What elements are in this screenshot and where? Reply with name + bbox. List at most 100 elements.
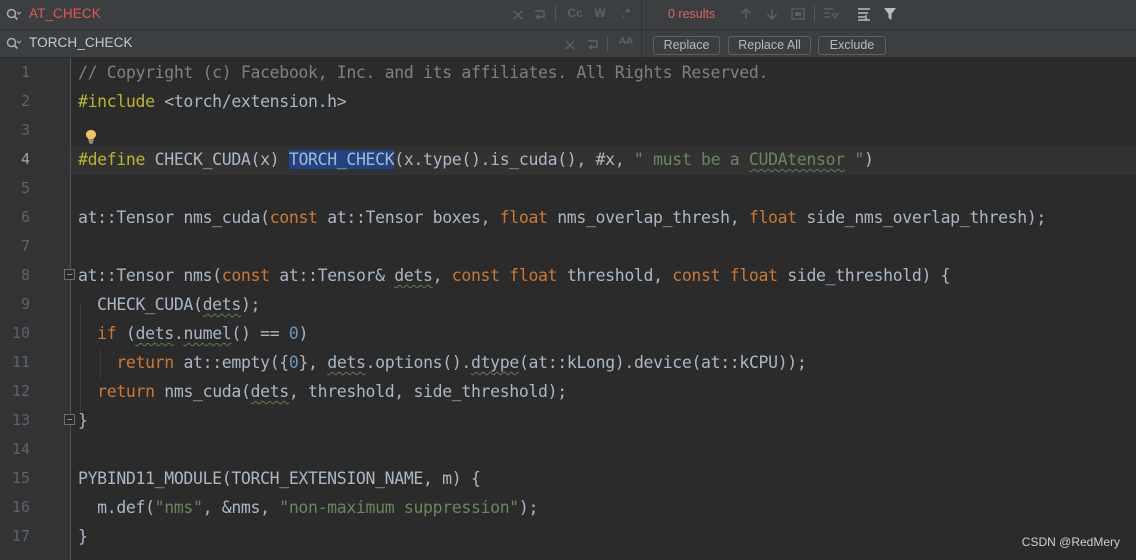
code-token: at::Tensor nms( xyxy=(78,266,222,285)
find-field-divider xyxy=(555,6,556,22)
code-line[interactable]: PYBIND11_MODULE(TORCH_EXTENSION_NAME, m)… xyxy=(78,469,481,488)
code-token: dets xyxy=(135,324,175,343)
code-token: <torch/extension.h> xyxy=(154,92,347,111)
code-token: .options(). xyxy=(365,353,472,372)
code-line[interactable]: at::Tensor nms_cuda(const at::Tensor box… xyxy=(78,208,1046,227)
code-line[interactable]: return at::empty({0}, dets.options().dty… xyxy=(78,353,806,372)
code-token: const float xyxy=(672,266,778,285)
line-number[interactable]: 14 xyxy=(0,440,30,458)
code-token: } xyxy=(78,411,88,430)
line-number[interactable]: 1 xyxy=(0,63,30,81)
replace-all-button[interactable]: Replace All xyxy=(728,36,811,55)
whole-words-toggle[interactable]: W xyxy=(592,6,608,22)
code-token: nms_cuda( xyxy=(154,382,251,401)
previous-occurrence-icon[interactable] xyxy=(738,6,754,22)
preserve-case-toggle[interactable]: A̶A xyxy=(617,36,635,52)
code-token: dtype xyxy=(471,353,519,372)
line-number[interactable]: 2 xyxy=(0,92,30,110)
code-token: (at::kLong).device(at::kCPU)); xyxy=(518,353,807,372)
find-row: AT_CHECK Cc W .* 0 results xyxy=(0,0,1136,29)
code-token: at::empty({ xyxy=(173,353,289,372)
code-line[interactable]: } xyxy=(78,411,88,430)
line-number[interactable]: 10 xyxy=(0,324,30,342)
code-line[interactable]: } xyxy=(78,527,88,546)
code-token: dets xyxy=(250,382,290,401)
code-token: }, xyxy=(298,353,328,372)
lightbulb-icon[interactable] xyxy=(85,129,97,145)
code-token: if xyxy=(97,324,117,343)
find-replace-panel: AT_CHECK Cc W .* 0 results TORCH_CHECK A… xyxy=(0,0,1136,58)
code-token: at::Tensor boxes, xyxy=(317,208,500,227)
code-token: // Copyright (c) Facebook, Inc. and its … xyxy=(78,63,769,82)
search-history-icon[interactable] xyxy=(6,8,22,22)
in-selection-icon[interactable] xyxy=(856,6,872,22)
line-number[interactable]: 6 xyxy=(0,208,30,226)
next-occurrence-icon[interactable] xyxy=(764,6,780,22)
code-token: threshold, xyxy=(557,266,673,285)
replace-history-icon[interactable] xyxy=(6,37,22,51)
line-number[interactable]: 7 xyxy=(0,237,30,255)
code-token: at::Tensor& xyxy=(269,266,395,285)
line-number[interactable]: 8 xyxy=(0,266,30,284)
code-line[interactable]: #include <torch/extension.h> xyxy=(78,92,347,111)
code-line[interactable]: at::Tensor nms(const at::Tensor& dets, c… xyxy=(78,266,951,285)
code-line[interactable]: return nms_cuda(dets, threshold, side_th… xyxy=(78,382,567,401)
code-token: " must be a xyxy=(633,150,749,169)
code-token: numel xyxy=(183,324,232,343)
replace-value-text[interactable]: TORCH_CHECK xyxy=(29,35,133,50)
code-token: ); xyxy=(240,295,261,314)
replace-field-divider xyxy=(607,36,608,52)
code-token: CUDAtensor xyxy=(748,150,845,169)
new-line-icon[interactable] xyxy=(533,6,547,22)
code-token: , xyxy=(432,266,452,285)
code-editor[interactable]: 1 2 3 4 5 6 7 8 9 10 11 12 13 14 15 16 17 // Copyright (… xyxy=(0,58,1136,560)
code-token: , threshold, side_threshold); xyxy=(288,382,567,401)
select-all-occurrences-icon[interactable] xyxy=(790,6,806,22)
code-line[interactable]: CHECK_CUDA(dets); xyxy=(78,295,260,314)
results-count: 0 results xyxy=(668,7,716,21)
code-token: side_nms_overlap_thresh); xyxy=(796,208,1046,227)
code-token: dets xyxy=(202,295,242,314)
filter-icon[interactable] xyxy=(882,6,898,22)
line-number[interactable]: 3 xyxy=(0,121,30,139)
line-number[interactable]: 13 xyxy=(0,411,30,429)
find-query-text[interactable]: AT_CHECK xyxy=(29,6,101,21)
code-line[interactable]: if (dets.numel() == 0) xyxy=(78,324,308,343)
find-field[interactable]: AT_CHECK Cc W .* xyxy=(0,0,641,29)
code-token: ) xyxy=(863,150,874,169)
line-number[interactable]: 5 xyxy=(0,179,30,197)
line-number[interactable]: 9 xyxy=(0,295,30,313)
clear-find-icon[interactable] xyxy=(512,6,524,22)
clear-replace-icon[interactable] xyxy=(564,36,576,52)
line-number[interactable]: 16 xyxy=(0,498,30,516)
code-line[interactable]: m.def("nms", &nms, "non-maximum suppress… xyxy=(78,498,538,517)
line-number[interactable]: 12 xyxy=(0,382,30,400)
watermark: CSDN @RedMery xyxy=(1021,535,1120,549)
code-token: dets xyxy=(394,266,433,285)
replace-field[interactable]: TORCH_CHECK A̶A xyxy=(0,30,641,59)
regex-toggle[interactable]: .* xyxy=(619,6,633,22)
fold-marker-open[interactable] xyxy=(64,269,75,280)
line-number[interactable]: 4 xyxy=(0,150,30,168)
code-line[interactable]: #define CHECK_CUDA(x) TORCH_CHECK(x.type… xyxy=(78,150,874,169)
code-token: } xyxy=(78,527,88,546)
code-token: (x.type().is_cuda(), #x, xyxy=(394,150,634,169)
code-token: const xyxy=(221,266,270,285)
toolbar-divider xyxy=(814,6,815,22)
fold-marker-close[interactable] xyxy=(64,414,75,425)
line-number[interactable]: 15 xyxy=(0,469,30,487)
exclude-button[interactable]: Exclude xyxy=(818,36,886,55)
match-case-toggle[interactable]: Cc xyxy=(566,6,584,22)
line-number[interactable]: 11 xyxy=(0,353,30,371)
code-line[interactable]: // Copyright (c) Facebook, Inc. and its … xyxy=(78,63,768,82)
code-token: () == xyxy=(231,324,289,343)
line-number[interactable]: 17 xyxy=(0,527,30,545)
code-token: float xyxy=(748,208,797,227)
code-token: #include xyxy=(78,92,155,111)
filter-search-results-icon[interactable] xyxy=(823,6,839,22)
code-token: , &nms, xyxy=(202,498,280,517)
code-token: ) xyxy=(298,324,309,343)
replace-new-line-icon[interactable] xyxy=(586,36,600,52)
replace-button[interactable]: Replace xyxy=(653,36,720,55)
